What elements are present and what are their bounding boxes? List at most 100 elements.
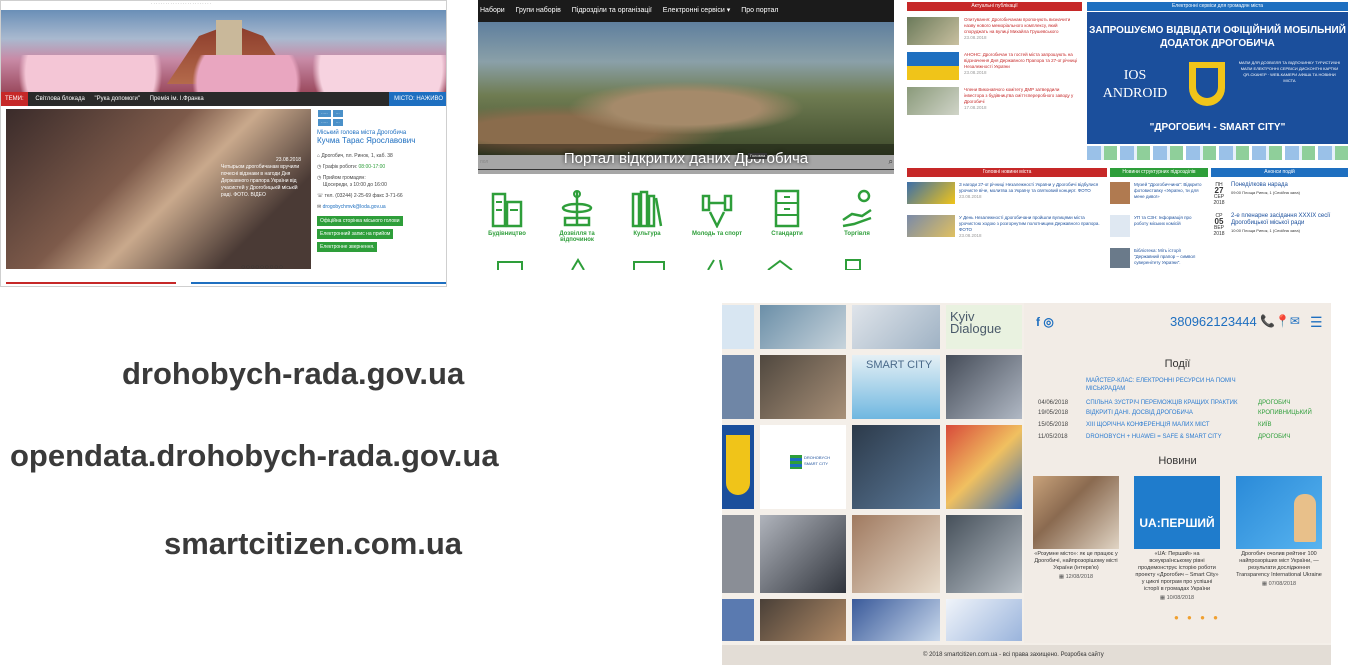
theme-link[interactable]: Світлова блокада [35, 96, 85, 102]
event-city: КРОПИВНИЦЬКИЙ [1258, 410, 1312, 416]
phone-number[interactable]: 380962123444 [1170, 314, 1257, 329]
mayor-tabs: ····· ··· ····· ··· [317, 109, 445, 127]
news-title[interactable]: Опитування: Дрогобичанам пропонують визн… [964, 17, 1070, 34]
news-card-text[interactable]: Дрогобич очолив рейтинг 100 найпрозоріши… [1236, 551, 1322, 578]
photo-tile[interactable] [852, 515, 940, 593]
live-button[interactable]: МІСТО: НАЖИВО [389, 92, 446, 106]
list-item[interactable]: ПН 27 СЕР 2018 Понеділкова нарада 09:00 Площ… [1211, 180, 1348, 208]
photo-tile[interactable] [760, 515, 846, 593]
slider-dots[interactable]: ○○○○○○○○○ [241, 264, 284, 271]
theme-link[interactable]: Премія ім. І.Франка [150, 96, 204, 102]
photo-tile[interactable] [760, 599, 846, 641]
appeal-button[interactable]: Електронне звернення. [317, 242, 378, 252]
list-item[interactable]: Бібліотека: Міть історії "Державний прап… [1110, 246, 1208, 268]
event-title[interactable]: СПІЛЬНА ЗУСТРІЧ ПЕРЕМОЖЦІВ КРАЩИХ ПРАКТИ… [1086, 399, 1246, 407]
nav-item[interactable]: Електронні сервіси ▾ [663, 7, 730, 14]
theme-link[interactable]: "Рука допомоги" [95, 96, 140, 102]
news-title[interactable]: Музей "Дрогобиччина": Відкрито фотовиста… [1134, 182, 1202, 199]
event-row[interactable]: 15/05/2018 XIII ЩОРІЧНА КОНФЕРЕНЦІЯ МАЛИ… [1038, 421, 1328, 431]
list-item[interactable]: СР 05 ВЕР 2018 2-е пленарне засідання XXXIX… [1211, 211, 1348, 239]
more-categories-icons [497, 258, 861, 270]
queue-button[interactable]: Електронний запис на прийом [317, 229, 394, 239]
news-title[interactable]: З нагоди 27-ої річниці Незалежності Укра… [959, 182, 1098, 193]
news-title[interactable]: АНОНС: Дрогобичан та гостей міста запрош… [964, 52, 1077, 69]
events-title: Події [1164, 358, 1191, 370]
photo-tile[interactable] [852, 599, 940, 641]
nav-item[interactable]: Підрозділи та організації [572, 7, 652, 14]
contact-icons[interactable]: 📞📍✉ [1260, 314, 1300, 328]
event-date: ПН 27 СЕР 2018 [1213, 182, 1225, 206]
event-title[interactable]: 2-е пленарне засідання XXXIX сесії Дрого… [1231, 213, 1330, 226]
news-title[interactable]: Бібліотека: Міть історії "Державний прап… [1134, 248, 1195, 265]
coat-of-arms-tile[interactable] [722, 425, 754, 509]
photo-tile[interactable] [946, 515, 1022, 593]
news-title[interactable]: Члени Виконавчого комітету ДМР затвердил… [964, 87, 1073, 104]
news-card[interactable]: «Розумне місто»: як це працює у Дрогобич… [1033, 476, 1119, 641]
photo-tile[interactable] [760, 305, 846, 349]
social-icons[interactable]: f ◎ [1036, 315, 1054, 329]
event-title[interactable]: XIII ЩОРІЧНА КОНФЕРЕНЦІЯ МАЛИХ МІСТ [1086, 421, 1246, 429]
news-title[interactable]: У День Незалежності дрогобичани пройшли … [959, 215, 1100, 232]
list-item[interactable]: Опитування: Дрогобичанам пропонують визн… [907, 15, 1082, 48]
news-card[interactable]: Дрогобич очолив рейтинг 100 найпрозоріши… [1236, 476, 1322, 641]
photo-tile[interactable] [852, 425, 940, 509]
hero-image: Портал відкритих даних Дрогобича [478, 22, 894, 174]
mayor-name[interactable]: Кучма Тарас Ярославович [317, 136, 445, 145]
event-title[interactable]: Понеділкова нарада [1231, 182, 1288, 188]
email-link[interactable]: drogobychmvk@loda.gov.ua [323, 204, 386, 210]
photo-tile[interactable] [852, 305, 940, 349]
news-card-text[interactable]: «Розумне місто»: як це працює у Дрогобич… [1034, 551, 1117, 571]
event-title[interactable]: DROHOBYCH + HUAWEI = SAFE & SMART CITY [1086, 433, 1246, 441]
event-title[interactable]: ВІДКРИТІ ДАНІ. ДОСВІД ДРОГОБИЧА [1086, 409, 1246, 417]
category-youth-sport[interactable]: Молодь та спорт [688, 188, 746, 237]
official-page-button[interactable]: Офіційна сторінка міського голови [317, 216, 403, 226]
photo-tile[interactable] [722, 355, 754, 419]
carousel-dots[interactable]: ● ● ● ● [1174, 613, 1221, 622]
slide-caption[interactable]: Четырьом дрогобичанам вручили почесні ві… [221, 164, 306, 199]
list-item[interactable]: Члени Виконавчого комітету ДМР затвердил… [907, 85, 1082, 118]
mayor-tab[interactable]: ····· [318, 110, 331, 117]
smart-city-tile-label: SMART CITY [866, 359, 933, 371]
search-input[interactable]: пол Головна ⌕ [478, 153, 894, 170]
news-title[interactable]: УП та СЗН: Інформація про роботу міських… [1134, 215, 1192, 226]
mayor-tab[interactable]: ····· [318, 119, 331, 126]
category-leisure[interactable]: Дозвілля та відпочинок [548, 188, 606, 243]
category-trade[interactable]: Торгівля [828, 188, 886, 237]
photo-tile[interactable] [946, 425, 1022, 509]
smart-city-tile[interactable]: SMART CITY [852, 355, 940, 419]
category-culture[interactable]: Культура [618, 188, 676, 237]
event-row[interactable]: МАЙСТЕР-КЛАС: ЕЛЕКТРОННІ РЕСУРСИ НА ПОМІ… [1038, 377, 1328, 395]
news-card-text[interactable]: «UA: Перший» на всеукраїнському рівні пр… [1135, 551, 1218, 592]
mobile-app-banner[interactable]: ЗАПРОШУЄМО ВІДВІДАТИ ОФІЦІЙНИЙ МОБІЛЬНИЙ… [1087, 12, 1348, 144]
list-item[interactable]: Музей "Дрогобиччина": Відкрито фотовиста… [1110, 180, 1208, 210]
kyiv-dialogue-tile[interactable]: Kyiv Dialogue [946, 305, 1022, 349]
category-standards[interactable]: Стандарти [758, 188, 816, 237]
nav-item[interactable]: Набори [480, 7, 505, 14]
event-title[interactable]: МАЙСТЕР-КЛАС: ЕЛЕКТРОННІ РЕСУРСИ НА ПОМІ… [1086, 377, 1246, 393]
drohobych-smart-city-tile[interactable]: DROHOBYCH SMART CITY [760, 425, 846, 509]
category-construction[interactable]: Будівництво [478, 188, 536, 237]
mayor-tab[interactable]: ··· [332, 119, 343, 126]
event-row[interactable]: 04/06/2018 СПІЛЬНА ЗУСТРІЧ ПЕРЕМОЖЦІВ КР… [1038, 399, 1328, 409]
photo-tile[interactable] [722, 515, 754, 593]
nav-item[interactable]: Про портал [741, 7, 778, 14]
photo-tile[interactable] [722, 305, 754, 349]
partner-logos[interactable] [1087, 146, 1348, 160]
list-item[interactable]: АНОНС: Дрогобичан та гостей міста запрош… [907, 50, 1082, 83]
menu-icon[interactable]: ☰ [1310, 314, 1323, 331]
news-slider-photo[interactable]: 23.08.2018 Четырьом дрогобичанам вручили… [6, 109, 311, 269]
list-item[interactable]: З нагоди 27-ої річниці Незалежності Укра… [907, 180, 1107, 210]
nav-item[interactable]: Групи наборів [516, 7, 561, 14]
list-item[interactable]: У День Незалежності дрогобичани пройшли … [907, 213, 1107, 243]
event-row[interactable]: 11/05/2018 DROHOBYCH + HUAWEI = SAFE & S… [1038, 433, 1328, 443]
list-item[interactable]: УП та СЗН: Інформація про роботу міських… [1110, 213, 1208, 243]
mayor-tab[interactable]: ··· [332, 110, 343, 117]
search-icon[interactable]: ⌕ [889, 155, 893, 169]
photo-tile[interactable] [722, 599, 754, 641]
event-row[interactable]: 19/05/2018 ВІДКРИТІ ДАНІ. ДОСВІД ДРОГОБИ… [1038, 409, 1328, 419]
photo-tile[interactable] [946, 355, 1022, 419]
event-meta: 09:00 Площа Ринок, 1 (Сесійна зала) [1231, 190, 1300, 195]
photo-tile[interactable] [946, 599, 1022, 641]
photo-tile[interactable] [760, 355, 846, 419]
hours-value: 08:00-17:00 [358, 164, 386, 170]
